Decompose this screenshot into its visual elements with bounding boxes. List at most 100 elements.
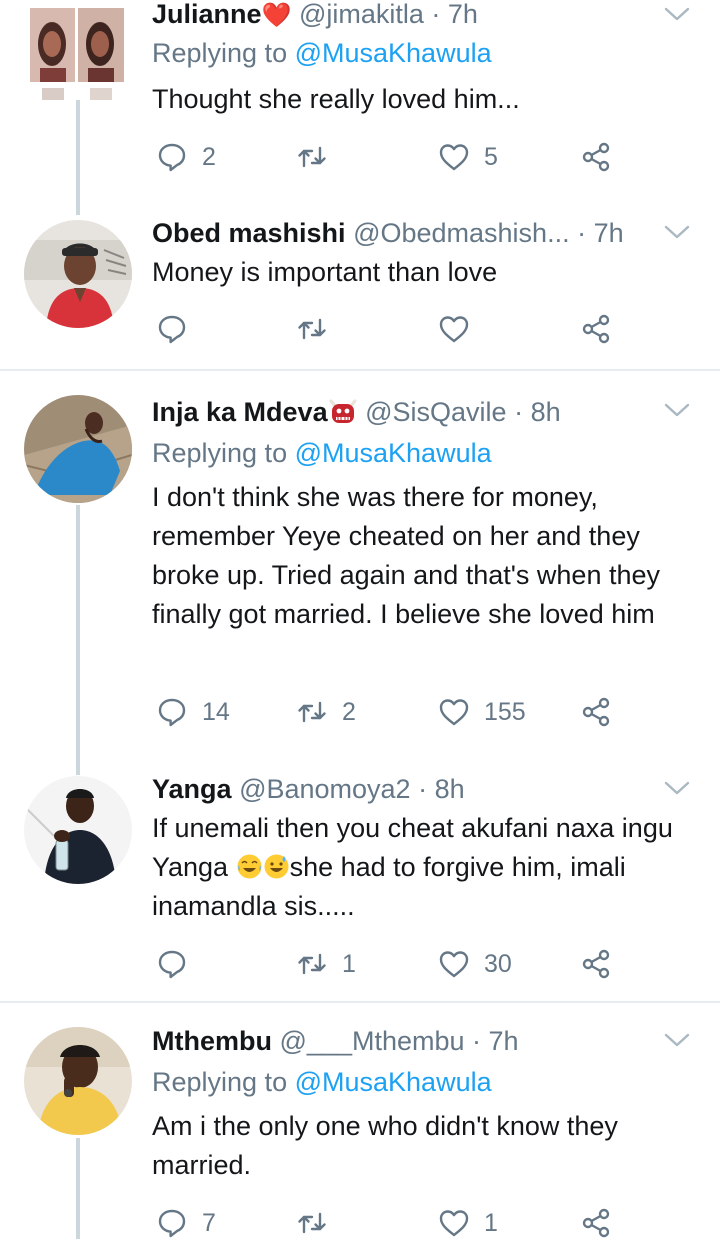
- chevron-down-icon[interactable]: [664, 402, 690, 418]
- like-icon: [438, 696, 470, 728]
- tweet[interactable]: Yanga @Banomoya2 · 8h If unemali then yo…: [0, 756, 720, 1000]
- like-button[interactable]: 30: [438, 944, 512, 984]
- user-handle[interactable]: @Banomoya2: [239, 774, 411, 804]
- like-count: 1: [484, 1208, 498, 1237]
- like-count: 155: [484, 697, 526, 726]
- reply-icon: [156, 948, 188, 980]
- tweet-header: Mthembu @___Mthembu · 7h: [152, 1021, 660, 1061]
- like-button[interactable]: 5: [438, 137, 498, 177]
- replying-to: Replying to @MusaKhawula: [152, 33, 492, 73]
- like-button[interactable]: 155: [438, 692, 526, 732]
- user-handle[interactable]: @___Mthembu: [280, 1026, 465, 1056]
- retweet-button[interactable]: [296, 309, 342, 349]
- timestamp[interactable]: · 7h: [577, 218, 624, 248]
- tweet-header: Yanga @Banomoya2 · 8h: [152, 769, 660, 809]
- display-name[interactable]: Obed mashishi: [152, 218, 346, 248]
- tweet[interactable]: Obed mashishi @Obedmashish... · 7h Money…: [0, 200, 720, 368]
- timestamp[interactable]: · 8h: [514, 397, 561, 427]
- avatar[interactable]: [24, 220, 132, 328]
- replying-label: Replying to: [152, 438, 295, 468]
- avatar[interactable]: [24, 395, 132, 503]
- share-button[interactable]: [580, 692, 612, 732]
- retweet-icon: [296, 313, 328, 345]
- tweet-header: Obed mashishi @Obedmashish... · 7h: [152, 213, 660, 253]
- tweet-text: Money is important than love: [152, 257, 498, 287]
- reply-icon: [156, 141, 188, 173]
- chevron-down-icon[interactable]: [664, 1032, 690, 1048]
- retweet-button[interactable]: 1: [296, 944, 356, 984]
- display-name[interactable]: Yanga: [152, 774, 232, 804]
- share-button[interactable]: [580, 944, 612, 984]
- tears-of-joy-emoji-icon: [237, 854, 262, 879]
- tweet-actions: [152, 309, 632, 349]
- retweet-icon: [296, 1207, 328, 1239]
- retweet-count: 1: [342, 949, 356, 978]
- reply-button[interactable]: 2: [156, 137, 216, 177]
- reply-button[interactable]: [156, 944, 202, 984]
- retweet-button[interactable]: 2: [296, 692, 356, 732]
- tweet-text: I don't think she was there for money, r…: [152, 482, 660, 629]
- chevron-down-icon[interactable]: [664, 224, 690, 240]
- tweet[interactable]: Inja ka Mdeva @SisQavile · 8h Replying t…: [0, 371, 720, 756]
- share-button[interactable]: [580, 309, 612, 349]
- reply-count: 7: [202, 1208, 216, 1237]
- user-handle[interactable]: @jimakitla: [299, 0, 424, 29]
- tweet-text: If unemali then you cheat akufani naxa i…: [152, 809, 692, 926]
- share-icon: [580, 141, 612, 173]
- tweet-text: Am i the only one who didn't know they m…: [152, 1111, 618, 1180]
- retweet-icon: [296, 696, 328, 728]
- timestamp[interactable]: · 8h: [418, 774, 465, 804]
- mention-link[interactable]: @MusaKhawula: [295, 38, 492, 68]
- reply-button[interactable]: [156, 309, 202, 349]
- ogre-emoji-icon: [329, 399, 357, 423]
- retweet-button[interactable]: [296, 1203, 342, 1243]
- retweet-count: 2: [342, 697, 356, 726]
- retweet-button[interactable]: [296, 137, 342, 177]
- tweet-actions: 1 30: [152, 944, 632, 984]
- mention-link[interactable]: @MusaKhawula: [295, 1067, 492, 1097]
- tweet-actions: 14 2 155: [152, 692, 632, 732]
- reply-icon: [156, 313, 188, 345]
- like-button[interactable]: 1: [438, 1203, 498, 1243]
- tweet[interactable]: Julianne❤️ @jimakitla · 7h Replying to @…: [0, 0, 720, 200]
- user-handle[interactable]: @SisQavile: [365, 397, 506, 427]
- avatar[interactable]: [30, 8, 130, 100]
- display-name[interactable]: Julianne: [152, 0, 262, 29]
- reply-count: 14: [202, 697, 230, 726]
- like-icon: [438, 313, 470, 345]
- heart-emoji-icon: ❤️: [261, 2, 292, 29]
- chevron-down-icon[interactable]: [664, 6, 690, 22]
- share-icon: [580, 948, 612, 980]
- like-icon: [438, 1207, 470, 1239]
- share-button[interactable]: [580, 137, 612, 177]
- share-button[interactable]: [580, 1203, 612, 1243]
- avatar[interactable]: [24, 1027, 132, 1135]
- like-icon: [438, 948, 470, 980]
- reply-button[interactable]: 14: [156, 692, 230, 732]
- tweet[interactable]: Mthembu @___Mthembu · 7h Replying to @Mu…: [0, 1003, 720, 1239]
- mention-link[interactable]: @MusaKhawula: [295, 438, 492, 468]
- grinning-sweat-emoji-icon: [264, 854, 289, 879]
- tweet-actions: 7 1: [152, 1203, 632, 1243]
- replying-label: Replying to: [152, 38, 295, 68]
- replying-to: Replying to @MusaKhawula: [152, 433, 492, 473]
- retweet-icon: [296, 948, 328, 980]
- tweet-text: Thought she really loved him...: [152, 84, 520, 114]
- retweet-icon: [296, 141, 328, 173]
- replying-to: Replying to @MusaKhawula: [152, 1062, 492, 1102]
- timestamp[interactable]: · 7h: [472, 1026, 519, 1056]
- reply-count: 2: [202, 142, 216, 171]
- reply-button[interactable]: 7: [156, 1203, 216, 1243]
- reply-icon: [156, 696, 188, 728]
- display-name[interactable]: Inja ka Mdeva: [152, 397, 328, 427]
- avatar[interactable]: [24, 776, 132, 884]
- tweet-header: Inja ka Mdeva @SisQavile · 8h: [152, 392, 660, 432]
- user-handle[interactable]: @Obedmashish...: [353, 218, 570, 248]
- display-name[interactable]: Mthembu: [152, 1026, 272, 1056]
- tweet-actions: 2 5: [152, 137, 632, 177]
- like-count: 30: [484, 949, 512, 978]
- timestamp[interactable]: · 7h: [431, 0, 478, 29]
- tweet-header: Julianne❤️ @jimakitla · 7h: [152, 0, 660, 34]
- like-button[interactable]: [438, 309, 484, 349]
- chevron-down-icon[interactable]: [664, 780, 690, 796]
